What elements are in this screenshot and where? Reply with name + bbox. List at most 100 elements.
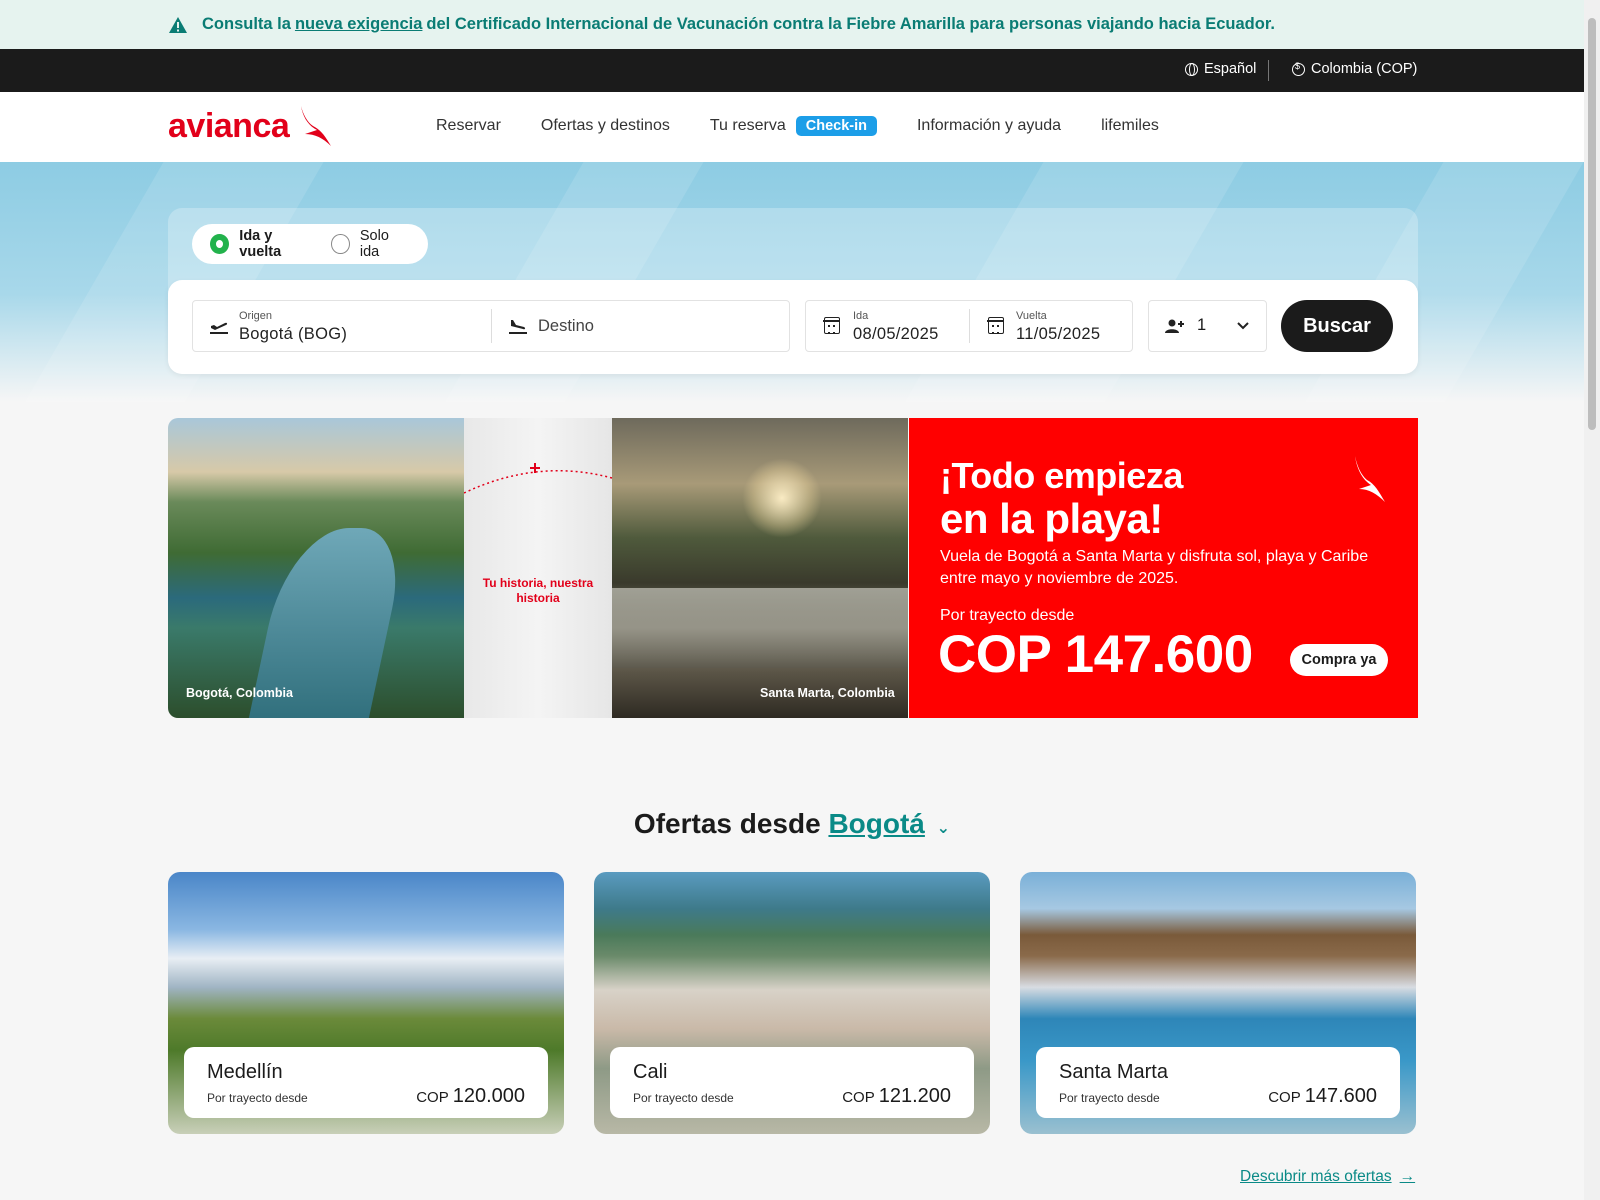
- depart-value: 08/05/2025: [853, 325, 939, 343]
- depart-label: Ida: [853, 310, 869, 322]
- radio-oneway[interactable]: [331, 234, 350, 254]
- offer-card-cali[interactable]: Cali Por trayecto desde COP 121.200: [594, 872, 990, 1134]
- offer-card-info: Cali Por trayecto desde COP 121.200: [610, 1047, 974, 1118]
- promo-description: Vuela de Bogotá a Santa Marta y disfruta…: [940, 548, 1369, 587]
- nav-item-ofertas[interactable]: Ofertas y destinos: [541, 117, 670, 135]
- language-label: Español: [1204, 61, 1257, 77]
- checkin-badge[interactable]: Check-in: [795, 116, 877, 136]
- main-nav: avianca Reservar Ofertas y destinos Tu r…: [0, 92, 1584, 162]
- scrollbar-thumb[interactable]: [1588, 18, 1596, 430]
- depart-date-field[interactable]: Ida 08/05/2025: [806, 301, 969, 351]
- promo-from-label: Por trayecto desde: [940, 607, 1075, 624]
- offer-amount: 147.600: [1304, 1085, 1377, 1107]
- offers-title-prefix: Ofertas desde: [633, 808, 821, 839]
- return-date-field[interactable]: Vuelta 11/05/2025: [970, 301, 1133, 351]
- alert-bar: Consulta la nueva exigencia del Certific…: [0, 0, 1584, 49]
- globe-icon: [1185, 62, 1198, 76]
- calendar-icon: [987, 317, 1004, 334]
- promo-panel: ¡Todo empieza en la playa! Vuela de Bogo…: [909, 418, 1418, 718]
- offer-currency: COP: [842, 1089, 875, 1106]
- destination-placeholder: Destino: [538, 316, 594, 335]
- offers-heading: Ofertas desde Bogotá ⌄: [0, 808, 1584, 840]
- offer-price: COP 121.200: [842, 1085, 951, 1108]
- offer-price: COP 147.600: [1268, 1085, 1377, 1108]
- offer-amount: 121.200: [878, 1085, 951, 1107]
- offer-sub: Por trayecto desde: [1059, 1091, 1160, 1105]
- nav-item-informacion[interactable]: Información y ayuda: [917, 117, 1061, 135]
- alert-text-pre: Consulta la: [202, 15, 291, 33]
- currency-label: Colombia (COP): [1311, 61, 1418, 77]
- offer-amount: 120.000: [452, 1085, 525, 1107]
- add-passenger-icon: [1165, 319, 1184, 333]
- trip-option-round-label: Ida y vuelta: [239, 228, 282, 260]
- date-fields: Ida 08/05/2025 Vuelta 11/05/2025: [805, 300, 1133, 352]
- takeoff-icon: [210, 322, 228, 334]
- offer-card-medellin[interactable]: Medellín Por trayecto desde COP 120.000: [168, 872, 564, 1134]
- promo-headline-line1: ¡Todo empieza: [940, 455, 1183, 496]
- top-bar: Español Colombia (COP): [0, 49, 1584, 92]
- nav-item-lifemiles[interactable]: lifemiles: [1101, 117, 1159, 135]
- radio-round-selected[interactable]: [210, 234, 230, 254]
- offer-card-info: Santa Marta Por trayecto desde COP 147.60…: [1036, 1047, 1400, 1118]
- bogota-caption: Bogotá, Colombia: [186, 686, 293, 700]
- destination-field[interactable]: Destino: [492, 301, 790, 351]
- bogota-image: Bogotá, Colombia: [168, 418, 464, 718]
- logo-bird-icon: [301, 106, 332, 146]
- return-value: 11/05/2025: [1016, 325, 1101, 343]
- promo-headline-line2: en la playa!: [940, 495, 1163, 542]
- promo-price: COP 147.600: [938, 625, 1253, 684]
- language-selector[interactable]: Español: [1185, 61, 1256, 77]
- arrow-right-icon: →: [1399, 1168, 1416, 1185]
- warning-icon: [168, 16, 188, 34]
- story-text: Tu historia, nuestra historia: [482, 576, 594, 605]
- search-button[interactable]: Buscar: [1281, 300, 1393, 352]
- offer-sub: Por trayecto desde: [633, 1091, 734, 1105]
- trip-type-toggle: Ida y vuelta Solo ida: [192, 224, 428, 264]
- origin-field[interactable]: Origen Bogotá (BOG): [193, 301, 491, 351]
- logo-text: avianca: [168, 107, 290, 145]
- offers-city-selector[interactable]: Bogotá: [828, 808, 924, 839]
- route-fields: Origen Bogotá (BOG) Destino: [192, 300, 790, 352]
- chevron-down-icon[interactable]: ⌄: [937, 820, 950, 837]
- topbar-divider: [1268, 60, 1269, 81]
- origin-value: Bogotá (BOG): [239, 325, 348, 343]
- nav-item-reservar[interactable]: Reservar: [436, 117, 501, 135]
- nav-item-tu-reserva[interactable]: Tu reserva Check-in: [710, 116, 877, 136]
- offer-card-santa-marta[interactable]: Santa Marta Por trayecto desde COP 147.60…: [1020, 872, 1416, 1134]
- origin-label: Origen: [239, 310, 273, 322]
- avianca-logo[interactable]: avianca: [168, 104, 333, 146]
- offer-currency: COP: [416, 1089, 449, 1106]
- offer-city: Cali: [633, 1061, 668, 1083]
- avianca-bird-icon: [1355, 456, 1385, 502]
- return-label: Vuelta: [1016, 310, 1047, 322]
- nav-menu: Reservar Ofertas y destinos Tu reserva C…: [436, 116, 1199, 136]
- more-offers-label: Descubrir más ofertas: [1240, 1168, 1392, 1185]
- nav-item-tu-reserva-label: Tu reserva: [709, 117, 786, 134]
- offer-city: Medellín: [207, 1061, 283, 1083]
- promo-banner[interactable]: Bogotá, Colombia Tu historia, nuestra hi…: [168, 418, 1418, 718]
- trip-option-oneway[interactable]: Solo ida: [331, 228, 408, 260]
- promo-headline: ¡Todo empieza en la playa!: [940, 454, 1183, 542]
- passengers-selector[interactable]: 1: [1148, 300, 1267, 352]
- flight-path-icon: [464, 463, 613, 494]
- search-fields-row: Origen Bogotá (BOG) Destino Ida 08/05/20…: [168, 280, 1418, 374]
- landing-icon: [509, 320, 527, 334]
- trip-option-round[interactable]: Ida y vuelta: [210, 228, 311, 260]
- flight-search-panel: Ida y vuelta Solo ida Origen Bogotá (BOG…: [168, 208, 1418, 374]
- offer-price: COP 120.000: [416, 1085, 525, 1108]
- trip-option-oneway-label: Solo ida: [359, 228, 389, 260]
- alert-text-post: del Certificado Internacional de Vacunac…: [426, 15, 1275, 33]
- currency-icon: [1292, 61, 1305, 76]
- offer-currency: COP: [1268, 1089, 1301, 1106]
- offer-card-info: Medellín Por trayecto desde COP 120.000: [184, 1047, 548, 1118]
- passenger-count: 1: [1197, 316, 1207, 334]
- alert-link[interactable]: nueva exigencia: [295, 15, 422, 34]
- currency-selector[interactable]: Colombia (COP): [1292, 61, 1417, 77]
- santa-marta-caption: Santa Marta, Colombia: [760, 686, 895, 700]
- offer-city: Santa Marta: [1059, 1061, 1168, 1083]
- chevron-down-icon: [1237, 322, 1249, 330]
- more-offers-link[interactable]: Descubrir más ofertas →: [1240, 1168, 1415, 1186]
- offer-sub: Por trayecto desde: [207, 1091, 308, 1105]
- calendar-icon: [823, 317, 840, 334]
- buy-now-button[interactable]: Compra ya: [1290, 644, 1388, 676]
